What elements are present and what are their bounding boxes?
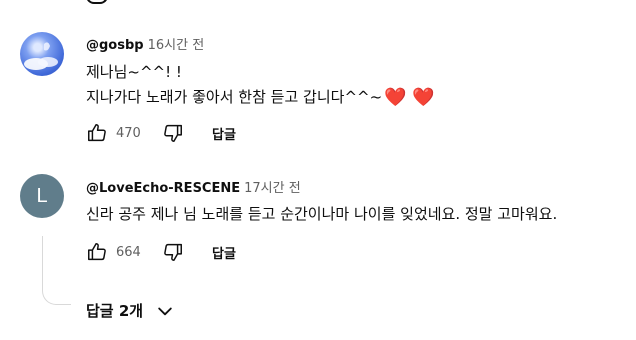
comment-actions: 664 답글: [86, 240, 236, 264]
heart-emoji: ❤️ ❤️: [384, 87, 435, 108]
chevron-down-icon: [158, 307, 172, 315]
reply-button[interactable]: 답글: [212, 124, 236, 143]
comment-header: @LoveEcho-RESCENE 17시간 전: [86, 177, 301, 196]
comment-author[interactable]: @gosbp: [86, 38, 144, 53]
like-button[interactable]: [86, 241, 108, 263]
reply-thread-line: [42, 236, 71, 305]
comment-time[interactable]: 17시간 전: [244, 181, 301, 196]
comment-text-line: 제나님~^^! !: [86, 63, 182, 81]
dislike-button[interactable]: [162, 241, 184, 263]
previous-comment-remnant: [86, 0, 108, 4]
like-count: 470: [116, 125, 141, 141]
thumbs-up-icon: [88, 243, 106, 261]
like-button[interactable]: [86, 122, 108, 144]
sky-cloud-avatar-icon: [24, 42, 58, 70]
thumbs-down-icon: [164, 124, 182, 142]
dislike-button[interactable]: [162, 122, 184, 144]
avatar-letter: L: [36, 184, 48, 207]
like-count: 664: [116, 244, 141, 260]
comment-author[interactable]: @LoveEcho-RESCENE: [86, 181, 240, 196]
show-replies-label: 답글 2개: [86, 302, 144, 320]
comment-actions: 470 답글: [86, 121, 236, 145]
comment-text: 지나가다 노래가 좋아서 한참 듣고 갑니다^^~: [86, 88, 383, 106]
show-replies-button[interactable]: 답글 2개: [86, 300, 175, 321]
thumbs-down-icon: [164, 243, 182, 261]
comment-text-line-2: 지나가다 노래가 좋아서 한참 듣고 갑니다^^~ ❤️ ❤️: [86, 86, 435, 109]
comment-text-line: 신라 공주 제나 님 노래를 듣고 순간이나마 나이를 잊었네요. 정말 고마워…: [86, 205, 558, 223]
thumbs-up-icon: [88, 124, 106, 142]
reply-button[interactable]: 답글: [212, 243, 236, 262]
avatar[interactable]: [20, 32, 64, 76]
comment-header: @gosbp 16시간 전: [86, 34, 204, 53]
comment-time[interactable]: 16시간 전: [148, 38, 205, 53]
avatar[interactable]: L: [20, 174, 64, 218]
